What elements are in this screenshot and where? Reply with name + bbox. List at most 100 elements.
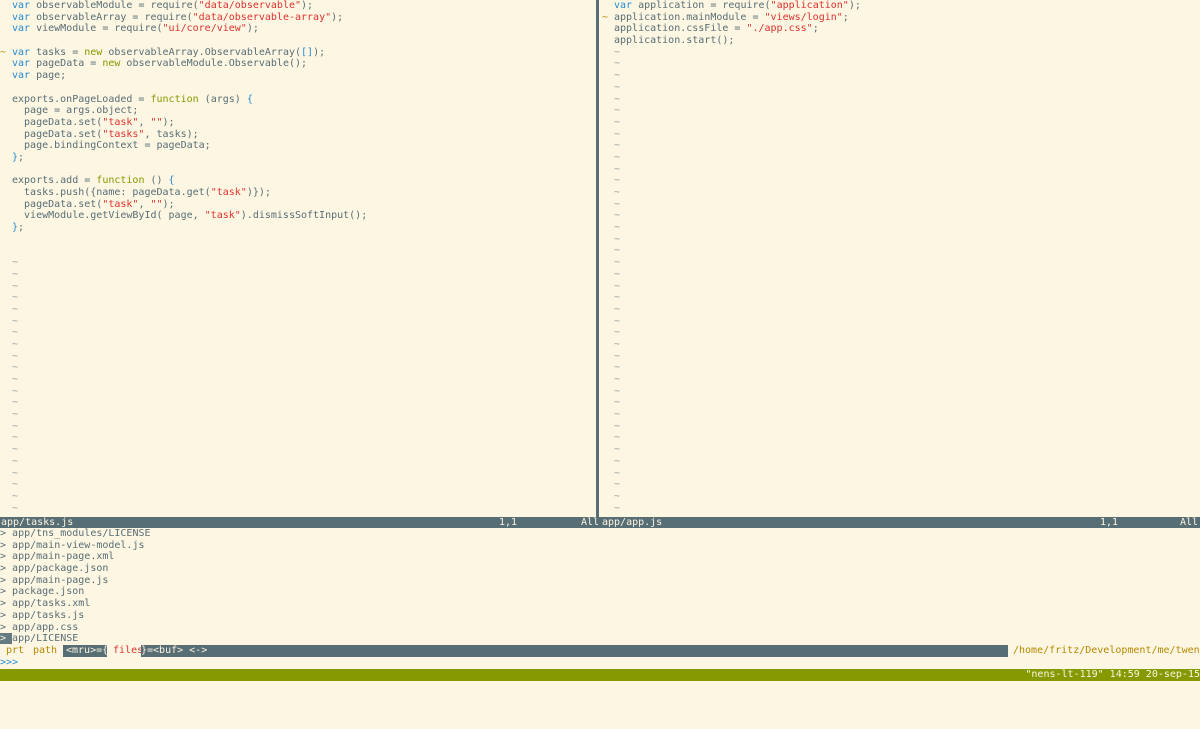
tilde-line: ~ — [602, 456, 1200, 468]
code-line[interactable]: exports.onPageLoaded = function (args) { — [0, 94, 594, 106]
code-token: , — [138, 116, 151, 128]
tilde-marker: ~ — [614, 222, 621, 234]
file-list-prefix: > — [0, 563, 13, 575]
code-line[interactable]: var observableArray = require("data/obse… — [0, 12, 594, 24]
file-list-item[interactable]: > app/main-page.js — [0, 575, 1200, 587]
tmux-statusbar: [0] 0:vim 1:vi 2:sh- 3:vim* "nens-lt-119… — [0, 669, 1200, 692]
ctrlp-buf-tab[interactable]: }=<buf> <-> — [141, 645, 1008, 657]
code-token: "./app.css" — [746, 23, 813, 35]
tilde-marker: ~ — [12, 327, 19, 339]
ctrlp-prompt[interactable]: >>> — [0, 657, 1200, 669]
tilde-line: ~ — [602, 105, 1200, 117]
code-token: "task" — [102, 116, 139, 128]
tmux-window-list[interactable]: [0] 0:vim 1:vi 2:sh- 3:vim* — [12, 681, 187, 692]
code-line[interactable]: ~ var tasks = new observableArray.Observa… — [0, 47, 594, 59]
tilde-marker: ~ — [614, 116, 621, 128]
code-line[interactable]: var application = require("application")… — [602, 0, 1200, 12]
left-editor-pane[interactable]: var observableModule = require("data/obs… — [0, 0, 594, 517]
code-line[interactable]: }; — [0, 152, 594, 164]
code-line[interactable] — [0, 35, 594, 47]
code-line[interactable]: var page; — [0, 70, 594, 82]
code-token: application = require( — [638, 0, 771, 11]
tilde-line: ~ — [602, 234, 1200, 246]
code-line[interactable]: var viewModule = require("ui/core/view")… — [0, 23, 594, 35]
file-list-item[interactable]: > app/tasks.js — [0, 610, 1200, 622]
tilde-line: ~ — [602, 421, 1200, 433]
file-list-prefix: > — [0, 598, 13, 610]
right-editor-pane[interactable]: var application = require("application")… — [602, 0, 1200, 517]
code-line[interactable]: application.start(); — [602, 35, 1200, 47]
file-list-item[interactable]: > app/tasks.xml — [0, 598, 1200, 610]
file-list-item[interactable]: > app/LICENSE — [0, 633, 1200, 645]
code-line[interactable]: }; — [0, 222, 594, 234]
tilde-marker: ~ — [614, 46, 621, 58]
tilde-line: ~ — [602, 304, 1200, 316]
code-line[interactable]: application.cssFile = "./app.css"; — [602, 23, 1200, 35]
code-token: ); — [848, 0, 861, 11]
tilde-marker: ~ — [614, 93, 621, 105]
code-line[interactable]: viewModule.getViewById( page, "task").di… — [0, 210, 594, 222]
code-line[interactable]: var observableModule = require("data/obs… — [0, 0, 594, 12]
code-token: "" — [150, 116, 163, 128]
file-list-prefix: > — [0, 609, 13, 621]
file-list-item[interactable]: > app/app.css — [0, 622, 1200, 634]
tilde-line: ~ — [0, 468, 594, 480]
code-token: observableModule = require( — [36, 0, 199, 11]
code-line[interactable] — [0, 82, 594, 94]
code-line[interactable]: pageData.set("task", ""); — [0, 199, 594, 211]
file-list-path: app/main-page.xml — [12, 551, 115, 563]
code-line[interactable]: pageData.set("task", ""); — [0, 117, 594, 129]
code-token: "tasks" — [102, 128, 145, 140]
tilde-line: ~ — [602, 164, 1200, 176]
file-list-path: app/tns_modules/LICENSE — [12, 528, 151, 539]
tilde-marker: ~ — [614, 128, 621, 140]
file-list-item[interactable]: > app/package.json — [0, 563, 1200, 575]
file-list-item[interactable]: > package.json — [0, 586, 1200, 598]
code-token: application.start(); — [614, 35, 735, 47]
code-line[interactable]: exports.add = function () { — [0, 175, 594, 187]
vertical-split-divider[interactable] — [594, 0, 602, 517]
file-list-item[interactable]: > app/main-view-model.js — [0, 540, 1200, 552]
tilde-line: ~ — [602, 222, 1200, 234]
code-token: "ui/core/view" — [162, 23, 247, 35]
code-token: var — [12, 23, 37, 35]
code-line[interactable]: page = args.object; — [0, 105, 594, 117]
tilde-line: ~ — [602, 386, 1200, 398]
file-list-item[interactable]: > app/main-page.xml — [0, 551, 1200, 563]
code-token: var — [12, 70, 37, 82]
left-statusline: app/tasks.js 1,1 All — [0, 517, 601, 528]
left-status-scroll: All — [580, 517, 599, 528]
tilde-line: ~ — [602, 199, 1200, 211]
code-token: application.mainModule = — [614, 11, 765, 23]
ctrlp-mru-tab[interactable]: <mru>={ — [63, 645, 110, 657]
tilde-marker: ~ — [614, 315, 621, 327]
code-line[interactable] — [0, 164, 594, 176]
ctrlp-file-list[interactable]: > app/tns_modules/LICENSE > app/main-view… — [0, 528, 1200, 645]
tilde-marker: ~ — [614, 420, 621, 432]
tilde-marker: ~ — [614, 140, 621, 152]
code-line[interactable]: var pageData = new observableModule.Obse… — [0, 58, 594, 70]
file-list-item[interactable]: > app/tns_modules/LICENSE — [0, 528, 1200, 540]
code-line[interactable]: page.bindingContext = pageData; — [0, 140, 594, 152]
code-token: ; — [842, 11, 849, 23]
code-token: ); — [162, 198, 175, 210]
code-line[interactable]: tasks.push({name: pageData.get("task")})… — [0, 187, 594, 199]
code-token: new — [102, 58, 127, 70]
tilde-marker: ~ — [12, 385, 19, 397]
code-line[interactable]: pageData.set("tasks", tasks); — [0, 129, 594, 141]
tilde-marker: ~ — [614, 502, 621, 514]
tilde-line: ~ — [602, 362, 1200, 374]
tilde-marker: ~ — [614, 397, 621, 409]
tilde-marker: ~ — [614, 303, 621, 315]
code-token: tasks.push({name: pageData.get( — [12, 187, 211, 198]
tilde-marker: ~ — [614, 479, 621, 491]
code-token: ); — [301, 0, 314, 11]
code-line[interactable]: ~ application.mainModule = "views/login"; — [602, 12, 1200, 24]
file-list-path: app/tasks.xml — [12, 598, 91, 610]
tilde-line: ~ — [602, 479, 1200, 491]
code-token: "data/observable" — [198, 0, 302, 11]
tilde-marker: ~ — [614, 210, 621, 222]
tilde-marker: ~ — [12, 490, 19, 502]
code-token: , — [138, 198, 151, 210]
tilde-line: ~ — [602, 94, 1200, 106]
